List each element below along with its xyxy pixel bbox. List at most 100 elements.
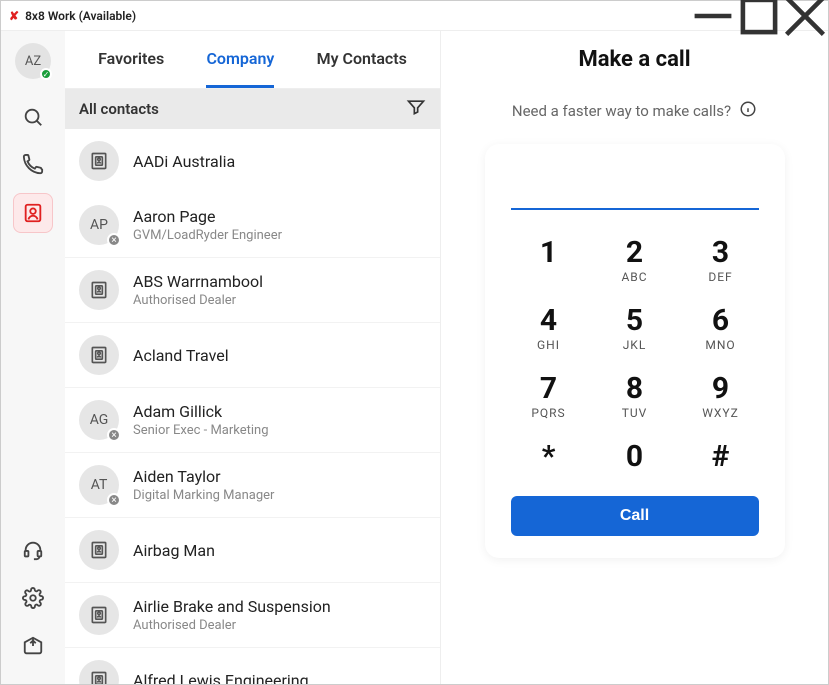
contact-avatar: AT× [79, 465, 119, 505]
keypad-key-9[interactable]: 9 WXYZ [683, 374, 759, 420]
user-avatar[interactable]: AZ ✓ [15, 43, 51, 79]
keypad-digit: 2 [626, 238, 643, 268]
keypad-digit: 6 [712, 306, 729, 336]
contact-subtitle: Authorised Dealer [133, 618, 331, 633]
contact-name: Airlie Brake and Suspension [133, 597, 331, 616]
filter-icon[interactable] [406, 97, 426, 121]
org-icon [79, 530, 119, 570]
contact-name: AADi Australia [133, 152, 235, 171]
faster-hint-text: Need a faster way to make calls? [512, 102, 731, 120]
titlebar: ✘ 8x8 Work (Available) [1, 1, 828, 31]
contact-subtitle: Senior Exec - Marketing [133, 423, 269, 438]
window-title: 8x8 Work (Available) [25, 9, 136, 23]
search-nav-button[interactable] [13, 97, 53, 137]
headset-nav-button[interactable] [13, 530, 53, 570]
keypad: 1 2 ABC 3 DEF 4 GHI 5 JKL 6 MNO 7 PQRS 8 TUV 9 WXYZ * 0 # [511, 238, 759, 472]
contact-subtitle: Digital Marking Manager [133, 488, 274, 503]
contact-avatar: AP× [79, 205, 119, 245]
keypad-letters: GHI [537, 338, 560, 352]
contact-name: Acland Travel [133, 346, 229, 365]
contact-name: Aiden Taylor [133, 467, 274, 486]
keypad-digit: 7 [540, 374, 557, 404]
window-minimize-button[interactable] [690, 1, 736, 31]
user-initials: AZ [25, 54, 41, 69]
keypad-key-7[interactable]: 7 PQRS [511, 374, 587, 420]
contact-row[interactable]: AP× Aaron Page GVM/LoadRyder Engineer [65, 193, 440, 258]
keypad-digit: 3 [712, 238, 729, 268]
keypad-letters: PQRS [531, 406, 565, 420]
contact-name: Aaron Page [133, 207, 282, 226]
keypad-letters: WXYZ [702, 406, 739, 420]
keypad-key-*[interactable]: * [511, 442, 587, 472]
left-rail: AZ ✓ [1, 31, 65, 684]
keypad-key-2[interactable]: 2 ABC [597, 238, 673, 284]
contacts-panel: Favorites Company My Contacts All contac… [65, 31, 441, 684]
keypad-letters: ABC [621, 270, 647, 284]
keypad-digit: 1 [540, 238, 557, 268]
contact-avatar: AG× [79, 400, 119, 440]
keypad-digit: 0 [626, 442, 643, 472]
keypad-key-5[interactable]: 5 JKL [597, 306, 673, 352]
dial-card: 1 2 ABC 3 DEF 4 GHI 5 JKL 6 MNO 7 PQRS 8 TUV 9 WXYZ * 0 # C… [485, 144, 785, 558]
contact-row[interactable]: Airbag Man [65, 518, 440, 583]
tab-favorites[interactable]: Favorites [98, 31, 164, 88]
contact-row[interactable]: ABS Warrnambool Authorised Dealer [65, 258, 440, 323]
keypad-letters: MNO [705, 338, 735, 352]
contact-name: Alfred Lewis Engineering [133, 671, 309, 685]
call-panel: Make a call Need a faster way to make ca… [441, 31, 828, 684]
contact-row[interactable]: Airlie Brake and Suspension Authorised De… [65, 583, 440, 648]
offline-badge-icon: × [107, 233, 121, 247]
keypad-letters: DEF [708, 270, 732, 284]
info-icon[interactable] [739, 100, 757, 122]
window-close-button[interactable] [782, 1, 828, 31]
org-icon [79, 141, 119, 181]
app-logo-icon: ✘ [9, 9, 19, 23]
keypad-digit: # [712, 442, 730, 472]
contact-tabs: Favorites Company My Contacts [65, 31, 440, 89]
section-title: All contacts [79, 100, 159, 118]
keypad-key-1[interactable]: 1 [511, 238, 587, 284]
contact-name: ABS Warrnambool [133, 272, 263, 291]
contacts-nav-button[interactable] [13, 193, 53, 233]
calls-nav-button[interactable] [13, 145, 53, 185]
keypad-digit: 9 [712, 374, 729, 404]
dial-input[interactable] [511, 170, 759, 210]
call-panel-title: Make a call [578, 47, 690, 72]
org-icon [79, 595, 119, 635]
keypad-key-#[interactable]: # [683, 442, 759, 472]
contact-row[interactable]: AG× Adam Gillick Senior Exec - Marketing [65, 388, 440, 453]
contacts-section-header: All contacts [65, 89, 440, 129]
org-icon [79, 335, 119, 375]
keypad-letters: JKL [623, 338, 647, 352]
call-button[interactable]: Call [511, 496, 759, 536]
keypad-key-8[interactable]: 8 TUV [597, 374, 673, 420]
keypad-letters: TUV [622, 406, 648, 420]
keypad-key-0[interactable]: 0 [597, 442, 673, 472]
keypad-digit: 8 [626, 374, 643, 404]
presence-available-icon: ✓ [40, 68, 52, 80]
offline-badge-icon: × [107, 493, 121, 507]
window-maximize-button[interactable] [736, 1, 782, 31]
contact-row[interactable]: Acland Travel [65, 323, 440, 388]
tab-mycontacts[interactable]: My Contacts [317, 31, 407, 88]
settings-nav-button[interactable] [13, 578, 53, 618]
contact-list[interactable]: AADi Australia AP× Aaron Page GVM/LoadRyder… [65, 129, 440, 684]
contact-name: Adam Gillick [133, 402, 269, 421]
keypad-key-6[interactable]: 6 MNO [683, 306, 759, 352]
tab-company[interactable]: Company [206, 31, 274, 88]
contact-row[interactable]: AT× Aiden Taylor Digital Marking Manager [65, 453, 440, 518]
keypad-digit: * [542, 442, 556, 472]
org-icon [79, 660, 119, 684]
contact-row[interactable]: Alfred Lewis Engineering [65, 648, 440, 684]
outbox-nav-button[interactable] [13, 626, 53, 666]
keypad-key-3[interactable]: 3 DEF [683, 238, 759, 284]
keypad-digit: 5 [626, 306, 643, 336]
contact-subtitle: Authorised Dealer [133, 293, 263, 308]
offline-badge-icon: × [107, 428, 121, 442]
contact-row[interactable]: AADi Australia [65, 129, 440, 193]
keypad-digit: 4 [540, 306, 557, 336]
contact-subtitle: GVM/LoadRyder Engineer [133, 228, 282, 243]
org-icon [79, 270, 119, 310]
contact-name: Airbag Man [133, 541, 215, 560]
keypad-key-4[interactable]: 4 GHI [511, 306, 587, 352]
